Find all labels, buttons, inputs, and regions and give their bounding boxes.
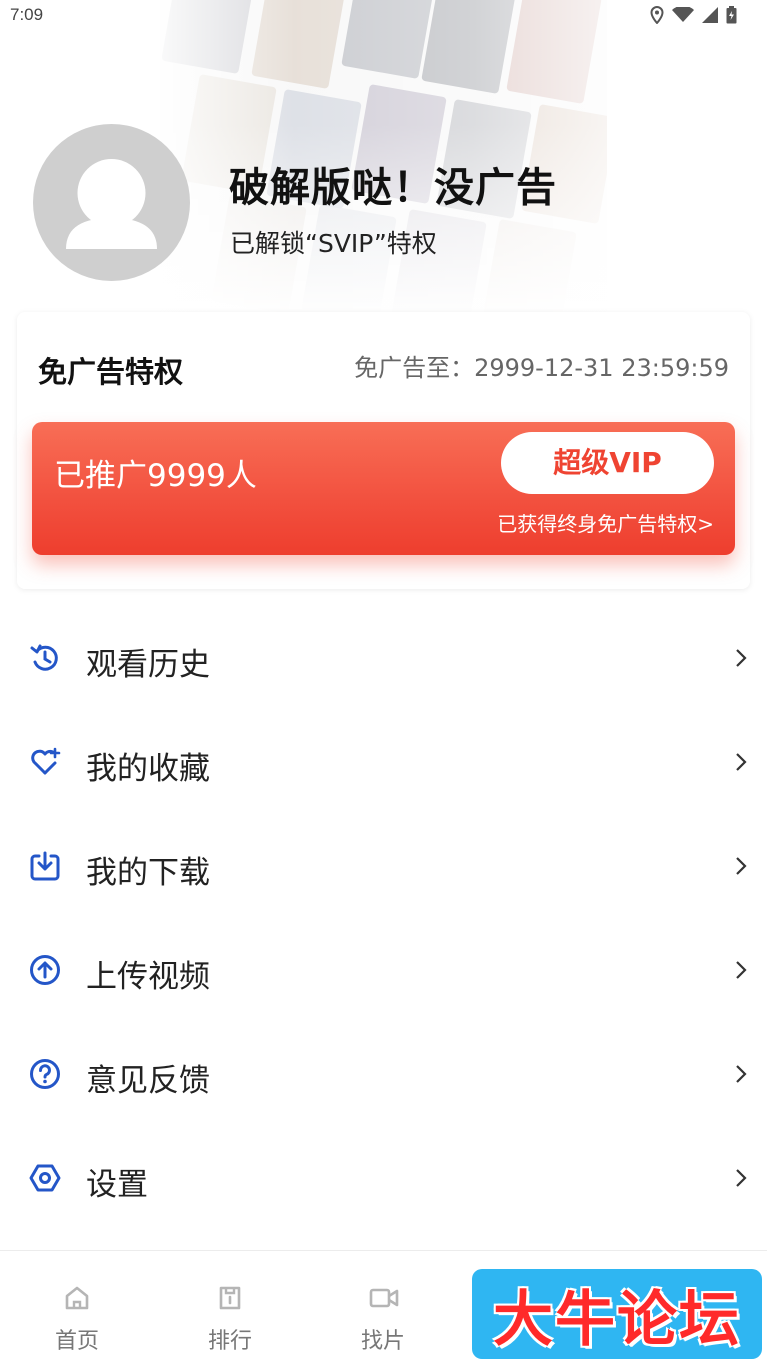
upload-icon	[30, 955, 60, 985]
menu-item-feedback[interactable]: 意见反馈	[0, 1022, 767, 1126]
signal-icon	[702, 7, 718, 23]
watermark-text: 大牛论坛	[493, 1284, 741, 1355]
menu-item-favorites[interactable]: 我的收藏	[0, 710, 767, 814]
chevron-right-icon	[736, 857, 747, 875]
nav-tab-label: 首页	[54, 1329, 99, 1354]
status-time: 7:09	[10, 5, 44, 24]
history-icon	[30, 644, 58, 671]
menu-item-label: 意见反馈	[86, 1063, 210, 1099]
ad-free-privilege-card: 免广告特权 免广告至：2999-12-31 23:59:59 已推广9999人 …	[17, 312, 750, 589]
user-icon	[66, 159, 157, 249]
chevron-right-icon	[736, 753, 747, 771]
chevron-right-icon	[736, 1169, 747, 1187]
promotion-banner[interactable]: 已推广9999人 超级VIP 已获得终身免广告特权>	[32, 422, 735, 555]
settings-icon	[29, 1164, 61, 1192]
location-icon	[650, 6, 664, 24]
vip-status-text: 已解锁“SVIP”特权	[230, 229, 437, 258]
forum-watermark: 大牛论坛	[472, 1269, 762, 1359]
nav-tab-label: 排行	[207, 1329, 252, 1354]
menu-item-label: 设置	[86, 1167, 148, 1203]
chevron-right-icon	[736, 1065, 747, 1083]
profile-page: 7:09 破解版哒！没广告 已解锁“SVIP”特权 免广告特权 免广告至：299…	[0, 0, 767, 1364]
ranking-icon	[219, 1286, 241, 1310]
lifetime-privilege-link[interactable]: 已获得终身免广告特权>	[497, 508, 714, 537]
menu-item-upload[interactable]: 上传视频	[0, 918, 767, 1022]
chevron-right-icon	[736, 649, 747, 667]
menu-item-label: 我的收藏	[86, 751, 210, 787]
help-icon	[30, 1059, 60, 1089]
nav-tab-home[interactable]: 首页	[17, 1251, 137, 1364]
menu-item-settings[interactable]: 设置	[0, 1126, 767, 1230]
video-camera-icon	[369, 1288, 399, 1308]
menu-list: 观看历史 我的收藏 我的下载 上传视频 意见反馈 设置	[0, 606, 767, 1230]
nav-tab-discover[interactable]: 找片	[323, 1251, 443, 1364]
ad-free-expiry: 免广告至：2999-12-31 23:59:59	[354, 354, 729, 382]
home-icon	[65, 1286, 89, 1310]
menu-item-history[interactable]: 观看历史	[0, 606, 767, 710]
status-icons	[650, 6, 737, 24]
nav-tab-label: 找片	[360, 1329, 405, 1354]
wifi-icon	[672, 7, 694, 22]
nav-tab-ranking[interactable]: 排行	[170, 1251, 290, 1364]
status-bar: 7:09	[0, 0, 767, 30]
download-icon	[30, 851, 60, 881]
avatar[interactable]	[33, 124, 190, 281]
battery-icon	[726, 6, 737, 24]
chevron-right-icon	[736, 961, 747, 979]
menu-item-downloads[interactable]: 我的下载	[0, 814, 767, 918]
super-vip-button[interactable]: 超级VIP	[501, 432, 714, 494]
heart-icon	[31, 747, 61, 775]
menu-item-label: 我的下载	[86, 855, 210, 891]
username: 破解版哒！没广告	[229, 165, 557, 211]
menu-item-label: 上传视频	[86, 959, 210, 995]
promotion-count: 已推广9999人	[54, 458, 257, 494]
menu-item-label: 观看历史	[86, 647, 210, 683]
card-title: 免广告特权	[38, 355, 184, 389]
